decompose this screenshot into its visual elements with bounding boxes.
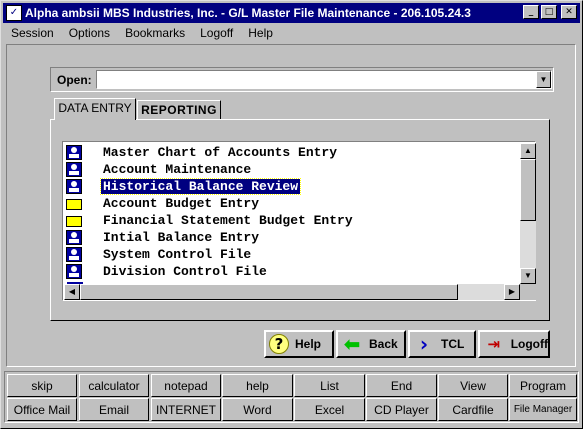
horizontal-scrollbar[interactable]: ◀ ▶: [64, 284, 520, 300]
maximize-button[interactable]: □: [541, 5, 557, 19]
launch-help-button[interactable]: help: [222, 374, 293, 397]
database-icon: [66, 264, 82, 279]
list-item-label: Historical Balance Review: [99, 178, 302, 195]
database-icon: [66, 230, 82, 245]
scroll-left-icon[interactable]: ◀: [64, 284, 80, 300]
list-item-label: Division Control File: [103, 264, 267, 279]
close-button[interactable]: ✕: [561, 5, 577, 19]
menu-list[interactable]: Master Chart of Accounts Entry Account M…: [62, 141, 536, 301]
list-item-label: Account Maintenance: [103, 162, 252, 177]
launch-notepad-button[interactable]: notepad: [151, 374, 221, 397]
vertical-scroll-thumb[interactable]: [520, 159, 536, 221]
list-item[interactable]: Intial Balance Entry: [64, 229, 519, 246]
back-arrow-icon: ⬅: [343, 332, 361, 356]
title-bar[interactable]: ✓ Alpha ambsii MBS Industries, Inc. - G/…: [3, 3, 580, 23]
tab-reporting[interactable]: REPORTING: [137, 100, 221, 120]
launch-view-button[interactable]: View: [438, 374, 508, 397]
tcl-button-label: TCL: [441, 337, 465, 351]
launch-file-manager-button[interactable]: File Manager: [509, 398, 577, 421]
help-button[interactable]: ? Help: [264, 330, 334, 358]
minimize-button[interactable]: _: [523, 5, 539, 19]
list-item-label: Financial Statement Budget Entry: [103, 213, 353, 228]
launch-office-mail-button[interactable]: Office Mail: [7, 398, 77, 421]
open-label: Open:: [57, 73, 92, 87]
logoff-button-label: Logoff: [510, 337, 548, 351]
list-item[interactable]: Master Chart of Accounts Entry: [64, 144, 519, 161]
tcl-button[interactable]: › TCL: [408, 330, 476, 358]
window-title: Alpha ambsii MBS Industries, Inc. - G/L …: [25, 6, 471, 20]
list-item-label: Account Budget Entry: [103, 196, 260, 211]
list-item[interactable]: Account Budget Entry: [64, 195, 519, 212]
list-item[interactable]: Financial Statement Budget Entry: [64, 212, 519, 229]
vertical-scrollbar[interactable]: ▲ ▼: [520, 143, 536, 284]
list-item-selected[interactable]: Historical Balance Review: [64, 178, 519, 195]
launcher-panel: skip calculator notepad help List End Vi…: [4, 371, 579, 423]
list-item-label: Intial Balance Entry: [103, 230, 260, 245]
launch-email-button[interactable]: Email: [79, 398, 149, 421]
scroll-right-icon[interactable]: ▶: [504, 284, 520, 300]
folder-icon: [66, 216, 82, 227]
launch-list-button[interactable]: List: [294, 374, 365, 397]
help-button-label: Help: [295, 337, 322, 351]
menu-help[interactable]: Help: [240, 26, 280, 40]
exit-door-icon: ⇥: [487, 335, 501, 353]
help-icon: ?: [269, 334, 289, 354]
chevron-right-icon: ›: [419, 332, 429, 356]
scrollbar-corner: [520, 284, 536, 300]
back-button[interactable]: ⬅ Back: [336, 330, 406, 358]
list-item[interactable]: Account Maintenance: [64, 161, 519, 178]
menu-session[interactable]: Session: [3, 26, 61, 40]
list-item[interactable]: System Control File: [64, 246, 519, 263]
launch-cd-player-button[interactable]: CD Player: [366, 398, 437, 421]
list-items: Master Chart of Accounts Entry Account M…: [64, 144, 519, 284]
horizontal-scroll-thumb[interactable]: [80, 284, 458, 300]
list-item[interactable]: Division Control File: [64, 263, 519, 280]
logoff-button[interactable]: ⇥ Logoff: [478, 330, 550, 358]
launch-word-button[interactable]: Word: [222, 398, 293, 421]
menu-bar: Session Options Bookmarks Logoff Help: [3, 23, 580, 43]
launch-internet-button[interactable]: INTERNET: [151, 398, 221, 421]
app-icon[interactable]: ✓: [6, 5, 22, 21]
launch-end-button[interactable]: End: [366, 374, 437, 397]
launch-program-button[interactable]: Program: [509, 374, 577, 397]
database-icon: [66, 162, 82, 177]
combo-dropdown-icon[interactable]: ▼: [536, 71, 551, 88]
database-icon: [66, 247, 82, 262]
back-button-label: Back: [369, 337, 398, 351]
launch-excel-button[interactable]: Excel: [294, 398, 365, 421]
open-combobox[interactable]: ▼: [96, 70, 552, 89]
folder-icon: [66, 199, 82, 210]
list-item-label: Master Chart of Accounts Entry: [103, 145, 338, 160]
launch-skip-button[interactable]: skip: [7, 374, 77, 397]
scroll-up-icon[interactable]: ▲: [520, 143, 536, 159]
menu-logoff[interactable]: Logoff: [192, 26, 240, 40]
tab-data-entry[interactable]: DATA ENTRY: [54, 98, 136, 120]
list-item-label: System Control File: [103, 247, 252, 262]
menu-bookmarks[interactable]: Bookmarks: [117, 26, 192, 40]
database-icon: [66, 179, 82, 194]
database-icon: [66, 145, 82, 160]
menu-options[interactable]: Options: [61, 26, 117, 40]
launch-calculator-button[interactable]: calculator: [79, 374, 149, 397]
scroll-down-icon[interactable]: ▼: [520, 268, 536, 284]
launch-cardfile-button[interactable]: Cardfile: [438, 398, 508, 421]
